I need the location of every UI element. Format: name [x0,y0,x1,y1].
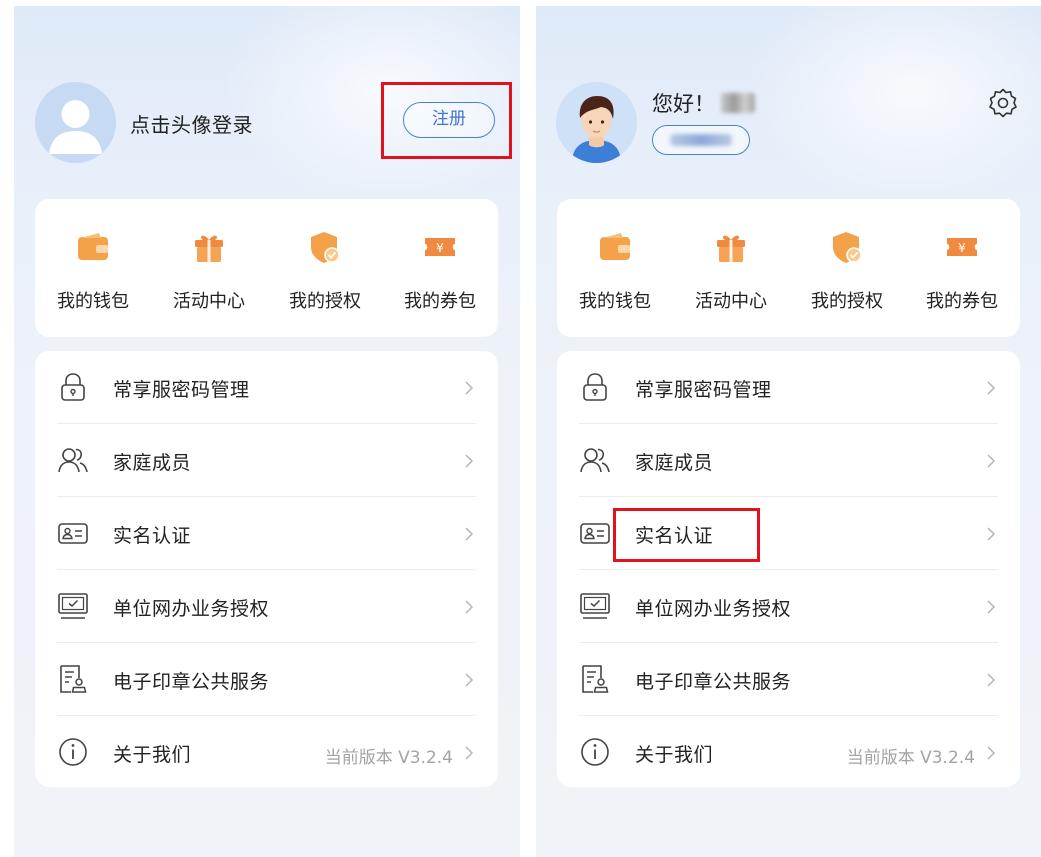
wallet-icon [78,233,108,260]
chevron-right-icon [987,454,996,468]
quick-item-activity[interactable]: 活动中心 [151,199,267,337]
chevron-right-icon [987,381,996,395]
menu-label: 家庭成员 [635,452,714,474]
chevron-right-icon [465,454,474,468]
quick-label: 我的授权 [289,291,361,312]
quick-label: 我的钱包 [579,291,651,312]
monitor-check-icon [58,593,88,619]
menu-item-password[interactable]: 常享服密码管理 [557,351,1020,424]
chevron-right-icon [465,381,474,395]
menu-list-card: 常享服密码管理 家庭成员 实名认证 单位网办业务授权 电子印章公共服务 关于我们… [557,351,1020,787]
version-text: 当前版本 V3.2.4 [324,748,453,768]
login-prompt[interactable]: 点击头像登录 [130,109,253,138]
menu-label: 关于我们 [635,744,714,766]
menu-label: 实名认证 [113,525,192,547]
chevron-right-icon [987,673,996,687]
lock-icon [583,373,607,401]
chevron-right-icon [465,527,474,541]
family-icon [58,448,88,473]
menu-item-e-seal[interactable]: 电子印章公共服务 [35,643,498,716]
register-button[interactable]: 注册 [403,102,495,138]
shield-check-icon [311,232,340,263]
menu-item-real-name[interactable]: 实名认证 [35,497,498,570]
menu-label: 单位网办业务授权 [113,598,270,620]
quick-item-authorization[interactable]: 我的授权 [267,199,383,337]
menu-list-card: 常享服密码管理 家庭成员 实名认证 单位网办业务授权 电子印章公共服务 关于我们… [35,351,498,787]
menu-label: 实名认证 [635,525,714,547]
coupon-icon: ¥ [425,238,455,256]
quick-label: 我的券包 [404,291,476,312]
menu-item-e-seal[interactable]: 电子印章公共服务 [557,643,1020,716]
menu-item-family[interactable]: 家庭成员 [35,424,498,497]
menu-item-about[interactable]: 关于我们 当前版本 V3.2.4 [35,716,498,789]
quick-label: 我的券包 [926,291,998,312]
menu-label: 常享服密码管理 [113,379,250,401]
comparison-page: 点击头像登录 注册 我的钱包 活动中心 我的授权 ¥ 我的券包 常享服密码管理 … [0,0,1041,857]
menu-item-unit-authorization[interactable]: 单位网办业务授权 [35,570,498,643]
person-silhouette-icon [35,82,116,163]
menu-label: 电子印章公共服务 [113,671,270,693]
seal-document-icon [60,665,87,693]
menu-item-unit-authorization[interactable]: 单位网办业务授权 [557,570,1020,643]
menu-item-family[interactable]: 家庭成员 [557,424,1020,497]
quick-label: 我的授权 [811,291,883,312]
profile-screen-logged-out: 点击头像登录 注册 我的钱包 活动中心 我的授权 ¥ 我的券包 常享服密码管理 … [14,6,520,857]
monitor-check-icon [580,593,610,619]
quick-item-coupons[interactable]: ¥ 我的券包 [904,199,1020,337]
user-avatar[interactable] [556,82,637,163]
chevron-right-icon [987,600,996,614]
coupon-icon: ¥ [947,238,977,256]
svg-text:¥: ¥ [436,241,444,255]
quick-label: 活动中心 [173,291,245,312]
default-avatar[interactable] [35,82,116,163]
chevron-right-icon [465,746,474,760]
info-icon [59,738,87,766]
menu-label: 单位网办业务授权 [635,598,792,620]
profile-screen-logged-in: 您好！ 我的钱包 活动中心 我的授权 ¥ 我的券包 常享服密码管理 家庭成员 实… [536,6,1041,857]
chevron-right-icon [465,600,474,614]
quick-access-card: 我的钱包 活动中心 我的授权 ¥ 我的券包 [35,199,498,337]
quick-item-activity[interactable]: 活动中心 [673,199,789,337]
shield-check-icon [833,232,862,263]
menu-label: 常享服密码管理 [635,379,772,401]
greeting: 您好！ [652,88,755,118]
gift-icon [195,235,223,262]
menu-label: 关于我们 [113,744,192,766]
chevron-right-icon [987,527,996,541]
gear-icon[interactable] [986,86,1020,120]
menu-item-real-name[interactable]: 实名认证 [557,497,1020,570]
menu-label: 电子印章公共服务 [635,671,792,693]
id-card-icon [58,523,88,544]
quick-label: 活动中心 [695,291,767,312]
version-text: 当前版本 V3.2.4 [846,748,975,768]
quick-access-card: 我的钱包 活动中心 我的授权 ¥ 我的券包 [557,199,1020,337]
quick-label: 我的钱包 [57,291,129,312]
family-icon [580,448,610,473]
chevron-right-icon [465,673,474,687]
chevron-right-icon [987,746,996,760]
blurred-username [721,93,755,113]
quick-item-authorization[interactable]: 我的授权 [789,199,905,337]
user-type-badge[interactable] [652,125,750,155]
blurred-badge-text [670,134,732,146]
gift-icon [717,235,745,262]
cartoon-man-avatar-icon [556,82,637,163]
greeting-text: 您好！ [652,92,715,116]
menu-item-password[interactable]: 常享服密码管理 [35,351,498,424]
menu-label: 家庭成员 [113,452,192,474]
wallet-icon [600,233,630,260]
quick-item-wallet[interactable]: 我的钱包 [35,199,151,337]
id-card-icon [580,523,610,544]
quick-item-wallet[interactable]: 我的钱包 [557,199,673,337]
svg-text:¥: ¥ [958,241,966,255]
seal-document-icon [582,665,609,693]
menu-item-about[interactable]: 关于我们 当前版本 V3.2.4 [557,716,1020,789]
lock-icon [61,373,85,401]
info-icon [581,738,609,766]
quick-item-coupons[interactable]: ¥ 我的券包 [382,199,498,337]
